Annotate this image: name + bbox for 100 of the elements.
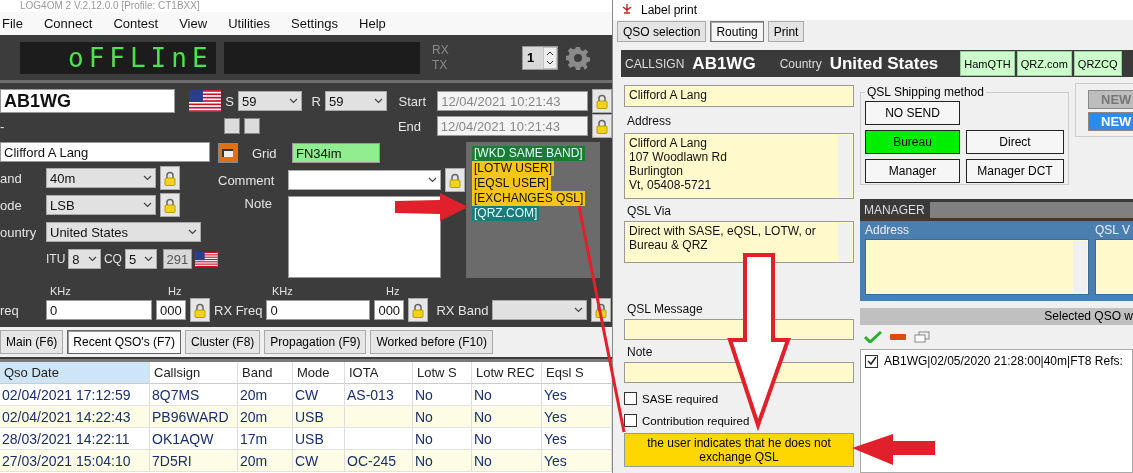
country-select[interactable]: United States (46, 222, 201, 242)
menu-item[interactable]: View (179, 16, 208, 31)
scrollbar[interactable] (838, 135, 852, 197)
comment-field[interactable] (288, 170, 441, 190)
table-cell: 8Q7MS (150, 384, 238, 406)
note-field[interactable] (288, 196, 441, 278)
name-field[interactable]: Clifford A Lang (624, 85, 854, 107)
grid-field[interactable]: FN34im (292, 143, 380, 163)
new-button[interactable]: NEW (1088, 112, 1133, 131)
table-cell: USB (293, 428, 345, 450)
status-display: oFFLInE (20, 41, 216, 74)
menu-item[interactable]: Contest (113, 16, 159, 31)
address-line: Burlington (629, 164, 685, 178)
check-icon[interactable] (864, 331, 882, 343)
column-header[interactable]: Lotw S (413, 362, 472, 384)
checkbox-label: Contribution required (642, 414, 750, 427)
column-header[interactable]: Mode (293, 362, 345, 384)
table-cell: 20m (238, 406, 293, 428)
report-select[interactable]: 59 (325, 91, 387, 111)
tab[interactable]: Propagation (F9) (264, 330, 367, 354)
column-header[interactable]: IOTA (345, 362, 413, 384)
shipping-button[interactable]: Direct (966, 130, 1064, 154)
tab[interactable]: Routing (710, 21, 764, 42)
column-header[interactable]: Callsign (150, 362, 238, 384)
square-button[interactable] (243, 118, 260, 134)
qsl-via-field[interactable]: Direct with SASE, eQSL, LOTW, or Bureau & QRZ (624, 221, 854, 263)
address-field[interactable]: Clifford A Lang 107 Woodlawn Rd Burlington Vt, 05408-5721 (624, 133, 854, 199)
dash-label: - (0, 118, 6, 134)
lookup-button[interactable]: HamQTH (960, 51, 1015, 76)
gear-icon[interactable] (566, 45, 590, 70)
column-header[interactable]: Band (238, 362, 293, 384)
table-cell: 20m (238, 384, 293, 406)
menu-item[interactable]: Connect (43, 16, 93, 31)
checkbox[interactable] (624, 392, 637, 405)
hz-field[interactable]: 000 (374, 300, 405, 320)
card-button[interactable] (218, 143, 238, 163)
shipping-button[interactable]: Bureau (865, 130, 960, 154)
tab[interactable]: Main (F6) (0, 330, 64, 354)
padlock-icon (596, 118, 609, 134)
cq-select[interactable]: 5 (124, 249, 157, 269)
table-cell: CW (293, 450, 345, 472)
checkbox[interactable] (624, 414, 637, 427)
note-label: Note (627, 345, 654, 359)
tab[interactable]: QSO selection (617, 21, 707, 42)
callsign-field[interactable]: AB1WG (0, 89, 175, 113)
chevron-icon (87, 256, 97, 262)
manager-title: MANAGER (863, 203, 926, 217)
note-label: Note (243, 196, 273, 211)
shipping-button[interactable]: Manager (865, 159, 960, 183)
qsl-via-label: QSL V (1095, 223, 1131, 237)
shipping-button[interactable]: Manager DCT (966, 159, 1064, 183)
lock-button[interactable] (408, 298, 429, 322)
table-cell: AS-013 (345, 384, 413, 406)
tab[interactable]: Cluster (F8) (185, 330, 261, 354)
manager-address-field[interactable] (865, 239, 1089, 295)
rx-band-label: RX Band (436, 302, 489, 318)
table-cell: 7D5RI (150, 450, 238, 472)
mode-select[interactable]: LSB (46, 195, 156, 215)
tx-label: TX (432, 57, 449, 73)
frequency-field[interactable]: 0 (46, 300, 152, 320)
table-cell: CW (293, 384, 345, 406)
tab[interactable]: Worked before (F10) (370, 330, 493, 354)
lookup-button[interactable]: QRZCQ (1073, 51, 1122, 76)
column-header[interactable]: Lotw REC (472, 362, 542, 384)
band-select[interactable]: 40m (46, 168, 156, 188)
itu-select[interactable]: 8 (68, 249, 101, 269)
tab[interactable]: Print (767, 21, 805, 42)
chevron-icon (288, 98, 298, 104)
menu-item[interactable]: Help (359, 16, 386, 31)
lookup-button[interactable]: QRZ.com (1016, 51, 1072, 76)
tab[interactable]: Recent QSO's (F7) (67, 330, 181, 354)
windows-icon[interactable] (914, 331, 930, 343)
table-cell: No (472, 384, 542, 406)
qso-entry[interactable]: AB1WG|02/05/2020 21:28:00|40m|FT8 Refs: (884, 354, 1123, 368)
chevron-icon (188, 229, 197, 235)
column-header[interactable]: Qso Date (0, 362, 150, 384)
number-spinner[interactable]: 1 (522, 45, 558, 70)
qsl-via-label: QSL Via (627, 204, 673, 218)
window-title: LOG4OM 2 V.2.12.0.0 [Profile: CT1BXX] (0, 0, 612, 12)
padlock-icon (194, 302, 206, 318)
shipping-button[interactable]: NO SEND (865, 101, 960, 125)
manager-field[interactable] (930, 202, 1133, 218)
menu-item[interactable]: File (2, 16, 23, 31)
menu-item[interactable]: Utilities (228, 16, 271, 31)
address-label: Address (627, 114, 673, 128)
hz-label: Hz (386, 285, 400, 297)
column-header[interactable]: Eqsl S (542, 362, 612, 384)
name-field[interactable]: Clifford A Lang (0, 142, 210, 162)
group-title: QSL Shipping method (866, 85, 985, 99)
checkbox[interactable] (865, 354, 878, 368)
rx-freq-label: RX Freq (214, 302, 263, 318)
hz-field[interactable]: 000 (156, 300, 186, 320)
rx-label: RX (432, 42, 449, 58)
address-line: 107 Woodlawn Rd (629, 150, 728, 164)
report-select[interactable]: 59 (238, 91, 302, 111)
menu-item[interactable]: Settings (291, 16, 339, 31)
rx-frequency-field[interactable]: 0 (266, 300, 371, 320)
table-cell: OC-245 (345, 450, 413, 472)
table-cell: No (413, 406, 472, 428)
checkbox-label: SASE required (642, 392, 719, 405)
